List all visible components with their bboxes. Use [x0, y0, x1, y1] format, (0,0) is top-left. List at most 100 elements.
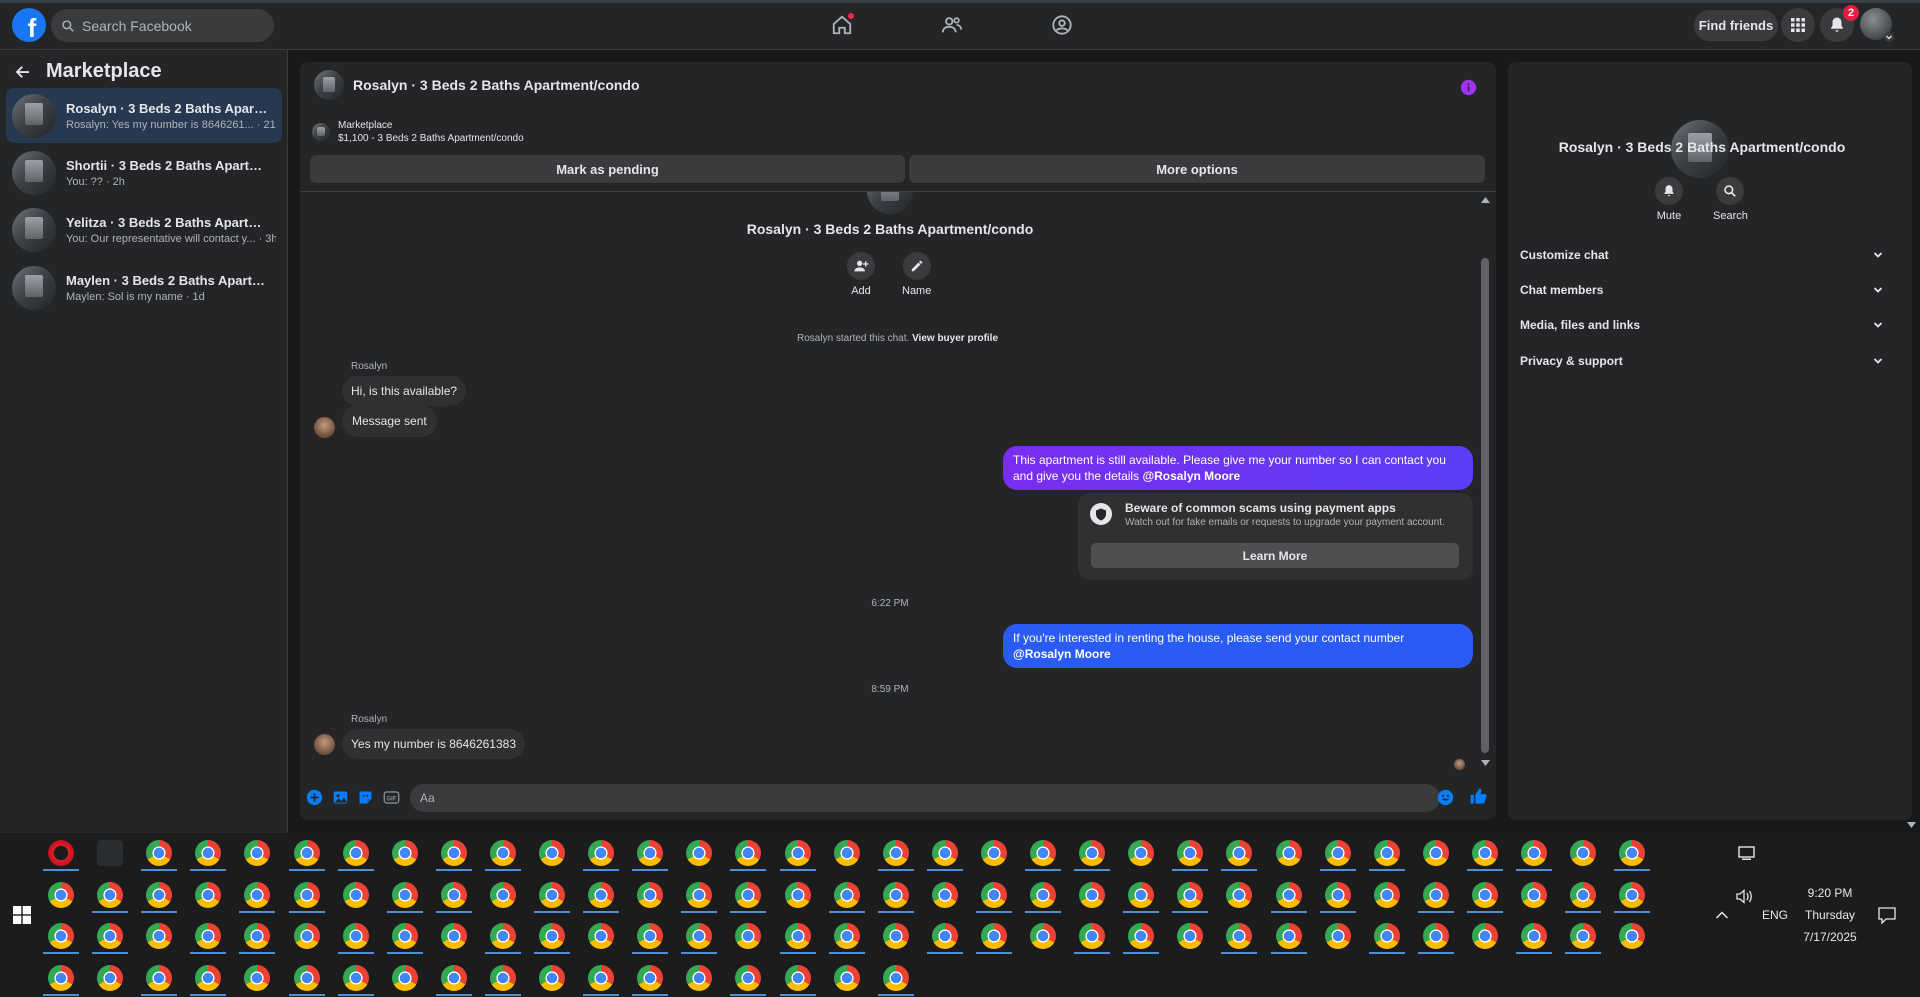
chat-members-section[interactable]: Chat members [1520, 283, 1884, 297]
listing-summary[interactable]: Marketplace $1,100 - 3 Beds 2 Baths Apart… [312, 120, 524, 144]
chrome-icon[interactable] [539, 882, 565, 908]
home-icon[interactable] [829, 12, 855, 38]
chrome-icon[interactable] [1226, 882, 1253, 908]
chrome-icon[interactable] [48, 923, 74, 949]
chrome-icon[interactable] [342, 923, 369, 949]
scroll-up-icon[interactable] [1481, 196, 1490, 204]
chrome-icon[interactable] [146, 840, 173, 866]
clock-date[interactable]: 7/17/2025 [1795, 930, 1865, 944]
chrome-icon[interactable] [1324, 882, 1351, 908]
info-icon[interactable] [1460, 79, 1477, 96]
incoming-message[interactable]: Yes my number is 8646261383 [342, 729, 525, 759]
chrome-icon[interactable] [637, 840, 664, 866]
name-chat-button[interactable]: Name [902, 252, 931, 297]
chrome-icon[interactable] [931, 882, 958, 908]
chrome-icon[interactable] [293, 882, 320, 908]
chrome-icon[interactable] [489, 923, 516, 949]
chrome-icon[interactable] [1275, 882, 1302, 908]
media-files-links-section[interactable]: Media, files and links [1520, 318, 1884, 332]
chrome-icon[interactable] [489, 882, 516, 908]
chrome-icon[interactable] [784, 923, 811, 949]
chrome-icon[interactable] [637, 965, 664, 991]
chrome-icon[interactable] [391, 965, 418, 991]
chrome-icon[interactable] [1128, 882, 1155, 908]
conversation-item[interactable]: Maylen · 3 Beds 2 Baths Apartmen... Mayle… [6, 260, 282, 315]
chrome-icon[interactable] [1373, 923, 1400, 949]
chrome-icon[interactable] [391, 923, 418, 949]
chrome-icon[interactable] [1079, 840, 1106, 866]
chrome-icon[interactable] [1079, 923, 1106, 949]
chrome-icon[interactable] [833, 965, 860, 991]
chrome-icon[interactable] [931, 923, 958, 949]
chrome-icon[interactable] [244, 840, 271, 866]
search-box[interactable] [51, 9, 274, 42]
view-buyer-profile-link[interactable]: View buyer profile [912, 333, 998, 344]
chrome-icon[interactable] [637, 923, 664, 949]
chrome-icon[interactable] [588, 882, 615, 908]
message-input[interactable] [420, 791, 1380, 805]
chrome-icon[interactable] [1226, 923, 1253, 949]
chrome-icon[interactable] [686, 840, 713, 866]
chrome-icon[interactable] [735, 882, 762, 908]
chrome-icon[interactable] [97, 965, 124, 991]
chat-scrollbar[interactable] [1481, 258, 1489, 753]
find-friends-button[interactable]: Find friends [1694, 10, 1778, 41]
chrome-icon[interactable] [293, 923, 320, 949]
chrome-icon[interactable] [980, 882, 1007, 908]
more-options-button[interactable]: More options [909, 155, 1485, 183]
clock-day[interactable]: Thursday [1795, 908, 1865, 922]
search-input[interactable] [82, 17, 252, 34]
chrome-icon[interactable] [1324, 923, 1351, 949]
chrome-icon[interactable] [588, 840, 615, 866]
add-member-button[interactable]: Add [847, 252, 875, 297]
customize-chat-section[interactable]: Customize chat [1520, 248, 1884, 262]
snipping-tool-icon[interactable] [97, 840, 124, 866]
outgoing-message[interactable]: This apartment is still available. Pleas… [1003, 446, 1473, 490]
message-composer[interactable] [410, 784, 1440, 812]
clock-time[interactable]: 9:20 PM [1795, 886, 1865, 900]
chrome-icon[interactable] [735, 923, 762, 949]
incoming-message[interactable]: Hi, is this available? [342, 376, 467, 406]
chrome-icon[interactable] [637, 882, 664, 908]
chrome-icon[interactable] [1471, 882, 1498, 908]
chrome-icon[interactable] [391, 882, 418, 908]
chrome-icon[interactable] [686, 965, 713, 991]
opera-icon[interactable] [48, 840, 74, 866]
chrome-icon[interactable] [1177, 882, 1204, 908]
chrome-icon[interactable] [195, 840, 222, 866]
chrome-icon[interactable] [1030, 840, 1056, 866]
chrome-icon[interactable] [1177, 923, 1204, 949]
chrome-icon[interactable] [97, 923, 124, 949]
chrome-icon[interactable] [489, 840, 516, 866]
chrome-icon[interactable] [1471, 840, 1498, 866]
chrome-icon[interactable] [1570, 882, 1597, 908]
chrome-icon[interactable] [1422, 840, 1449, 866]
chrome-icon[interactable] [882, 965, 909, 991]
thumbs-up-icon[interactable] [1469, 787, 1488, 806]
mute-button[interactable]: Mute [1655, 177, 1683, 222]
chrome-icon[interactable] [1570, 923, 1597, 949]
incoming-message[interactable]: Message sent [342, 405, 437, 437]
chrome-icon[interactable] [539, 840, 565, 866]
chrome-icon[interactable] [882, 923, 909, 949]
chrome-icon[interactable] [1422, 923, 1449, 949]
chrome-icon[interactable] [342, 882, 369, 908]
friends-icon[interactable] [939, 12, 965, 38]
facebook-logo[interactable]: f [12, 8, 46, 42]
scroll-down-icon[interactable] [1481, 759, 1490, 767]
chrome-icon[interactable] [1373, 840, 1400, 866]
page-scroll-down-icon[interactable] [1907, 821, 1916, 829]
conversation-item[interactable]: Yelitza · 3 Beds 2 Baths Apartment... You… [6, 202, 282, 257]
chrome-icon[interactable] [686, 882, 713, 908]
photo-icon[interactable] [332, 789, 349, 806]
sticker-icon[interactable] [357, 789, 374, 806]
chrome-icon[interactable] [342, 965, 369, 991]
windows-start-icon[interactable] [13, 906, 31, 924]
chrome-icon[interactable] [1275, 840, 1302, 866]
chevron-up-icon[interactable] [1715, 910, 1729, 920]
chrome-icon[interactable] [1177, 840, 1204, 866]
chrome-icon[interactable] [735, 840, 762, 866]
plus-circle-icon[interactable] [306, 789, 323, 806]
chrome-icon[interactable] [1324, 840, 1351, 866]
chrome-icon[interactable] [1521, 840, 1547, 866]
